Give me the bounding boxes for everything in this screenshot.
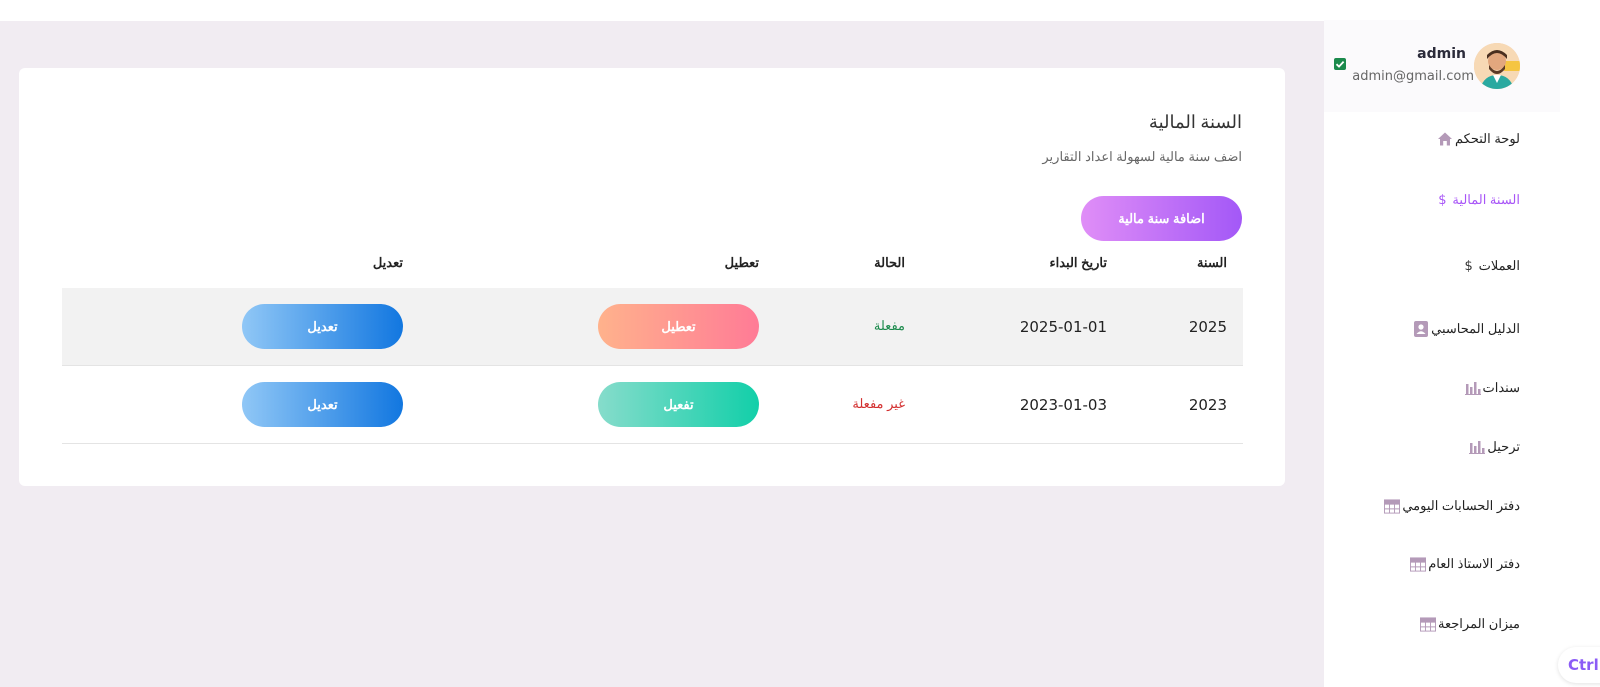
dollar-icon: $ (1464, 258, 1473, 274)
start-date-cell: 2025-01-01 (1019, 318, 1107, 336)
page-subtitle: اضف سنة مالية لسهولة اعداد التقارير (1042, 149, 1242, 164)
sidebar-item-dashboard[interactable]: لوحة التحكم (1437, 128, 1520, 150)
sidebar-item-label: سندات (1482, 380, 1521, 395)
top-bar (0, 0, 1324, 21)
start-date-cell: 2023-01-03 (1019, 396, 1107, 414)
status-badge: مفعلة (873, 318, 905, 333)
sidebar-item-daily-journal[interactable]: دفتر الحسابات اليومي (1384, 495, 1520, 517)
profile-email: admin@gmail.com (1352, 69, 1474, 84)
edit-button[interactable]: تعديل (242, 304, 403, 349)
grid-table-icon (1410, 556, 1427, 572)
sidebar (1324, 0, 1600, 687)
sidebar-item-label: دفتر الحسابات اليومي (1402, 498, 1520, 513)
sidebar-item-label: العملات (1478, 258, 1520, 273)
column-header-year: السنة (1196, 255, 1227, 270)
page-title: السنة المالية (1148, 112, 1242, 132)
bar-chart-icon (1464, 380, 1481, 396)
sidebar-item-trial-balance[interactable]: ميزان المراجعة (1420, 613, 1520, 635)
year-cell: 2025 (1188, 318, 1227, 336)
disable-button[interactable]: تعطيل (598, 304, 759, 349)
check-icon[interactable] (1334, 58, 1346, 70)
sidebar-item-label: دفتر الاستاذ العام (1428, 556, 1520, 571)
sidebar-item-label: الدليل المحاسبي (1431, 321, 1520, 336)
home-icon (1437, 131, 1453, 147)
year-cell: 2023 (1188, 396, 1227, 414)
table-row: 2025 2025-01-01 مفعلة تعطيل تعديل (62, 288, 1243, 366)
sidebar-item-vouchers[interactable]: سندات (1464, 377, 1521, 399)
sidebar-item-label: لوحة التحكم (1454, 131, 1520, 146)
enable-button[interactable]: تفعيل (598, 382, 759, 427)
contact-book-icon (1413, 321, 1429, 337)
column-header-start-date: تاريخ البداء (1049, 255, 1107, 270)
fiscal-year-card: السنة المالية اضف سنة مالية لسهولة اعداد… (19, 68, 1285, 486)
sidebar-item-label: ميزان المراجعة (1438, 616, 1520, 631)
sidebar-item-label: السنة المالية (1452, 192, 1520, 207)
grid-table-icon (1420, 616, 1437, 632)
column-header-status: الحالة (874, 255, 905, 270)
profile-card (1324, 20, 1560, 112)
column-header-toggle: تعطيل (724, 255, 759, 270)
avatar[interactable] (1474, 43, 1520, 89)
sidebar-item-fiscal-year[interactable]: السنة المالية $ (1434, 189, 1520, 211)
sidebar-item-currencies[interactable]: العملات $ (1461, 255, 1521, 277)
bar-chart-icon (1469, 439, 1486, 455)
sidebar-item-general-ledger[interactable]: دفتر الاستاذ العام (1410, 553, 1520, 575)
sidebar-item-posting[interactable]: ترحيل (1469, 436, 1520, 458)
grid-table-icon (1384, 498, 1401, 514)
dollar-icon: $ (1438, 192, 1447, 208)
add-fiscal-year-button[interactable]: اضافة سنة مالية (1081, 196, 1242, 241)
column-header-edit: تعديل (372, 255, 403, 270)
table-row: 2023 2023-01-03 غير مفعلة تفعيل تعديل (62, 366, 1243, 444)
keyboard-shortcut-badge[interactable]: Ctrl+ (1558, 647, 1600, 683)
status-badge: غير مفعلة (852, 396, 905, 411)
sidebar-item-label: ترحيل (1487, 439, 1520, 454)
sidebar-item-chart-of-accounts[interactable]: الدليل المحاسبي (1413, 318, 1520, 340)
edit-button[interactable]: تعديل (242, 382, 403, 427)
profile-name: admin (1417, 46, 1466, 62)
